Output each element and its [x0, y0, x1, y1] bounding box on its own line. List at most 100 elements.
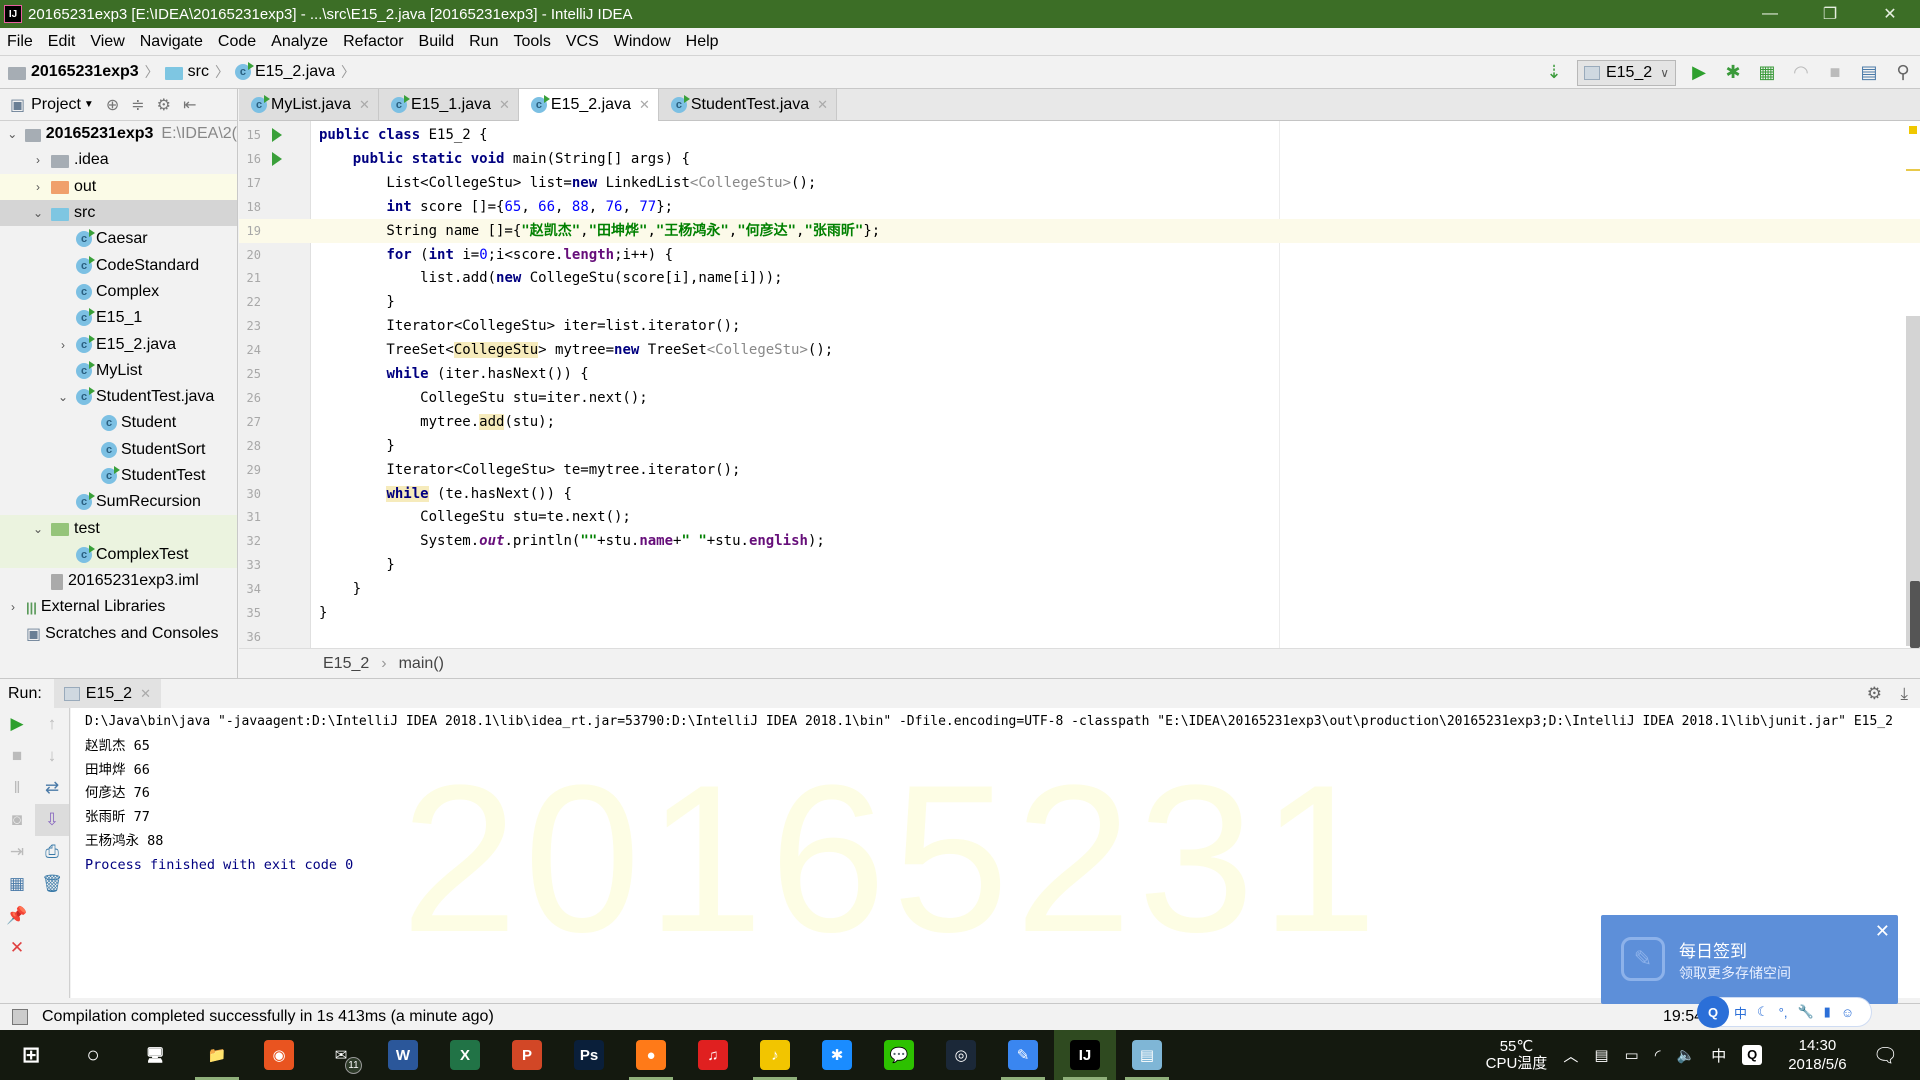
- code-line[interactable]: 29 Iterator<CollegeStu> te=mytree.iterat…: [239, 458, 1920, 482]
- close-tab-icon[interactable]: ✕: [499, 97, 510, 113]
- moon-icon[interactable]: ☾: [1757, 1004, 1769, 1020]
- battery-icon[interactable]: ▭: [1625, 1046, 1639, 1064]
- editor-tab[interactable]: c E15_1.java ✕: [378, 89, 519, 120]
- taskbar-excel[interactable]: X: [434, 1030, 496, 1080]
- menu-vcs[interactable]: VCS: [559, 33, 607, 51]
- tree-item[interactable]: 20165231exp3.iml: [0, 568, 237, 594]
- debug-icon[interactable]: ✱: [1716, 56, 1750, 89]
- code-line[interactable]: 34 }: [239, 577, 1920, 601]
- menu-edit[interactable]: Edit: [41, 33, 84, 51]
- settings-gear-icon[interactable]: ⚙: [1867, 684, 1882, 704]
- code-line[interactable]: 25 while (iter.hasNext()) {: [239, 362, 1920, 386]
- scroll-to-end-icon[interactable]: ⇩: [35, 804, 69, 836]
- taskbar-photoshop[interactable]: Ps: [558, 1030, 620, 1080]
- soft-wrap-icon[interactable]: ⇄: [35, 772, 69, 804]
- tree-item[interactable]: c CodeStandard: [0, 252, 237, 278]
- run-configuration-select[interactable]: E15_2 ∨: [1576, 59, 1676, 86]
- tree-item[interactable]: c StudentTest: [0, 463, 237, 489]
- action-center-icon[interactable]: 🗨: [1873, 1043, 1898, 1068]
- taskbar-cloud-drive[interactable]: ✎: [992, 1030, 1054, 1080]
- taskbar-word[interactable]: W: [372, 1030, 434, 1080]
- pin-tab-icon[interactable]: 📌: [0, 900, 34, 932]
- menu-window[interactable]: Window: [607, 33, 679, 51]
- code-line[interactable]: 20 for (int i=0;i<score.length;i++) {: [239, 243, 1920, 267]
- locate-file-icon[interactable]: ⊕: [106, 95, 119, 115]
- taskbar-steam[interactable]: ◎: [930, 1030, 992, 1080]
- code-line[interactable]: 27 mytree.add(stu);: [239, 410, 1920, 434]
- menu-code[interactable]: Code: [211, 33, 264, 51]
- tree-item[interactable]: c ComplexTest: [0, 541, 237, 569]
- tree-root[interactable]: ⌄ 20165231exp3 E:\IDEA\2(: [0, 121, 237, 147]
- tree-item[interactable]: ⌄ test: [0, 515, 237, 542]
- wrench-icon[interactable]: 🔧: [1797, 1004, 1813, 1020]
- tree-item[interactable]: c Caesar: [0, 226, 237, 252]
- hide-panel-icon[interactable]: ⇤: [183, 95, 196, 115]
- breadcrumb-method[interactable]: main(): [399, 655, 444, 673]
- close-icon[interactable]: ✕: [0, 932, 34, 964]
- taskbar-ubuntu[interactable]: ◉: [248, 1030, 310, 1080]
- wifi-icon[interactable]: ◜: [1655, 1046, 1661, 1064]
- print-icon[interactable]: ⎙: [35, 836, 69, 868]
- code-line[interactable]: 21 list.add(new CollegeStu(score[i],name…: [239, 266, 1920, 290]
- taskbar-netease-music[interactable]: ♫: [682, 1030, 744, 1080]
- tree-item[interactable]: c Student: [0, 410, 237, 436]
- build-project-icon[interactable]: ⇣: [1537, 56, 1571, 89]
- layout-icon[interactable]: ▦: [0, 868, 34, 900]
- tree-item[interactable]: ⌄ src: [0, 199, 237, 227]
- taskbar-dingtalk[interactable]: ✱: [806, 1030, 868, 1080]
- smiley-icon[interactable]: ☺: [1841, 1005, 1854, 1020]
- expand-arrow-icon[interactable]: ⌄: [56, 390, 70, 404]
- clipboard-icon[interactable]: ▮: [1824, 1004, 1831, 1020]
- tree-item[interactable]: › out: [0, 173, 237, 200]
- stop-icon[interactable]: ■: [0, 740, 34, 772]
- scrollbar-thumb[interactable]: [1910, 581, 1920, 648]
- down-arrow-icon[interactable]: ↓: [35, 740, 69, 772]
- breadcrumb-file[interactable]: E15_2.java: [255, 63, 335, 81]
- run-with-coverage-icon[interactable]: ▦: [1750, 56, 1784, 89]
- cpu-temperature[interactable]: 55℃ CPU温度: [1486, 1038, 1548, 1072]
- checkin-notification[interactable]: ✎ 每日签到 领取更多存储空间 ✕: [1601, 915, 1898, 1004]
- taskbar-qq-music[interactable]: ♪: [744, 1030, 806, 1080]
- code-line[interactable]: 31 CollegeStu stu=te.next();: [239, 505, 1920, 529]
- close-tab-icon[interactable]: ✕: [140, 686, 151, 702]
- expand-arrow-icon[interactable]: ›: [56, 338, 70, 352]
- code-line[interactable]: 26 CollegeStu stu=iter.next();: [239, 386, 1920, 410]
- tree-item[interactable]: c Complex: [0, 279, 237, 305]
- ime-toolbar[interactable]: Q 中 ☾ °, 🔧 ▮ ☺: [1697, 996, 1872, 1028]
- volume-icon[interactable]: 🔈: [1677, 1046, 1696, 1064]
- code-line[interactable]: 32 System.out.println(""+stu.name+" "+st…: [239, 529, 1920, 553]
- pause-icon[interactable]: ‖: [0, 772, 34, 804]
- taskbar-start[interactable]: ⊞: [0, 1030, 62, 1080]
- close-tab-icon[interactable]: ✕: [639, 97, 650, 113]
- profile-icon[interactable]: ◠: [1784, 56, 1818, 89]
- taskbar-mail[interactable]: ✉ 11: [310, 1030, 372, 1080]
- tree-item[interactable]: c MyList: [0, 358, 237, 384]
- code-line[interactable]: 30 while (te.hasNext()) {: [239, 482, 1920, 506]
- collapse-all-icon[interactable]: ≑: [131, 95, 144, 115]
- ime-language[interactable]: 中: [1734, 1003, 1747, 1022]
- taskbar-file-explorer[interactable]: 📁: [186, 1030, 248, 1080]
- taskbar-this-pc[interactable]: 🖥: [124, 1030, 186, 1080]
- run-tab[interactable]: E15_2 ✕: [53, 679, 161, 708]
- run-gutter-icon[interactable]: [272, 128, 282, 142]
- taskbar-cortana[interactable]: ○: [62, 1030, 124, 1080]
- tree-item[interactable]: ▣ Scratches and Consoles: [0, 621, 237, 647]
- menu-analyze[interactable]: Analyze: [264, 33, 336, 51]
- code-line[interactable]: 16 public static void main(String[] args…: [239, 147, 1920, 171]
- code-line[interactable]: 18 int score []={65, 66, 88, 76, 77};: [239, 195, 1920, 219]
- clock[interactable]: 14:30 2018/5/6: [1788, 1036, 1846, 1074]
- taskbar-wechat[interactable]: 💬: [868, 1030, 930, 1080]
- breadcrumb-src[interactable]: src: [188, 63, 209, 81]
- code-line[interactable]: 24 TreeSet<CollegeStu> mytree=new TreeSe…: [239, 338, 1920, 362]
- tree-item[interactable]: c E15_1: [0, 305, 237, 331]
- error-stripe[interactable]: [1906, 121, 1920, 648]
- code-line[interactable]: 28 }: [239, 434, 1920, 458]
- tool-windows-icon[interactable]: [12, 1009, 28, 1025]
- menu-navigate[interactable]: Navigate: [133, 33, 211, 51]
- expand-arrow-icon[interactable]: ⌄: [31, 522, 45, 536]
- code-line[interactable]: 35}: [239, 601, 1920, 625]
- code-line[interactable]: 33 }: [239, 553, 1920, 577]
- taskbar-firefox[interactable]: ●: [620, 1030, 682, 1080]
- tree-item[interactable]: › c E15_2.java: [0, 331, 237, 357]
- expand-arrow-icon[interactable]: ›: [6, 600, 20, 614]
